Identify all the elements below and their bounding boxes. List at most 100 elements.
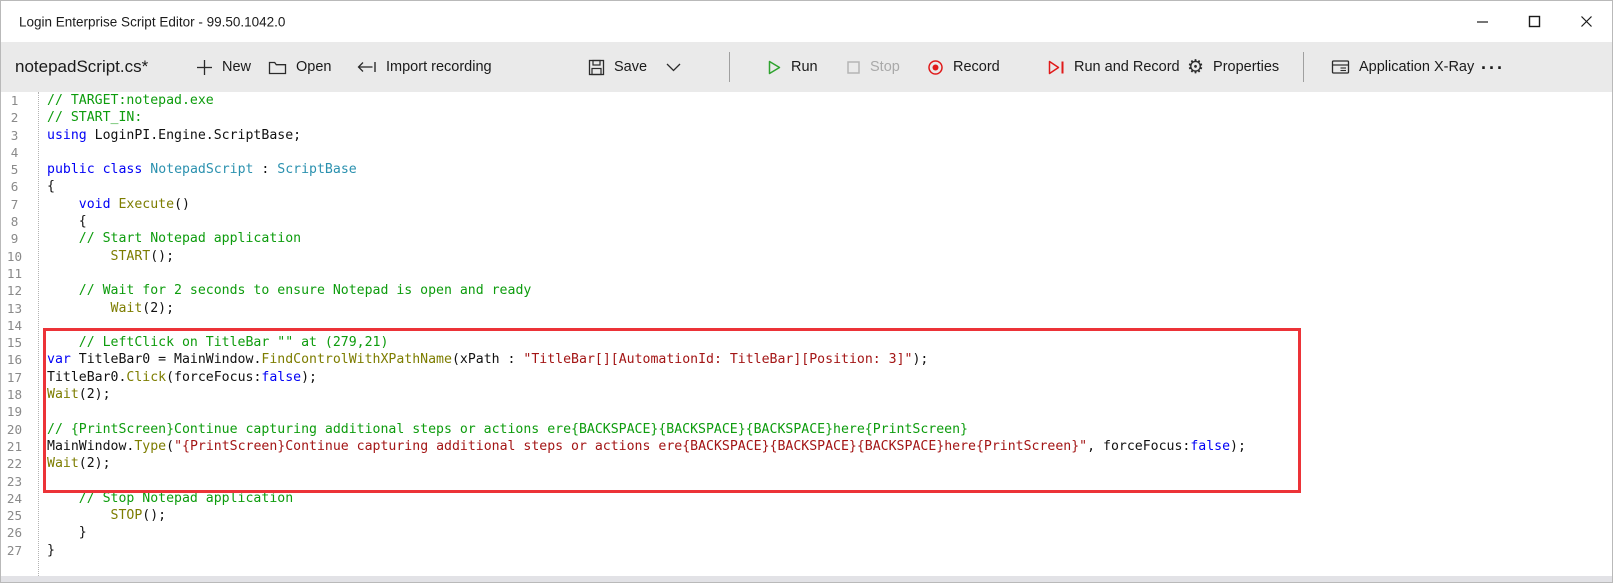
code-line[interactable]: TitleBar0.Click(forceFocus:false); [47,369,1612,386]
line-number: 4 [1,144,28,161]
application-xray-label: Application X-Ray [1359,59,1474,75]
maximize-button[interactable] [1508,1,1560,42]
line-number: 27 [1,542,28,559]
code-line[interactable]: { [47,213,1612,230]
plus-icon [196,59,213,76]
import-recording-button[interactable]: Import recording [356,42,492,92]
run-play-icon [767,59,782,76]
application-xray-button[interactable]: Application X-Ray [1331,42,1474,92]
open-button[interactable]: Open [268,42,331,92]
properties-label: Properties [1213,59,1279,75]
save-dropdown-button[interactable] [665,42,682,92]
maximize-icon [1528,15,1541,28]
line-number: 23 [1,473,28,490]
line-number: 1 [1,92,28,109]
run-button[interactable]: Run [767,42,818,92]
toolbar: notepadScript.cs* New Open Import record… [1,42,1612,92]
import-arrow-icon [356,59,377,75]
folder-icon [268,59,287,76]
code-line[interactable]: var TitleBar0 = MainWindow.FindControlWi… [47,351,1612,368]
code-line[interactable] [47,403,1612,420]
toolbar-divider [1303,52,1304,82]
code-line[interactable]: STOP(); [47,507,1612,524]
new-label: New [222,59,251,75]
code-editor[interactable]: 1234567891011121314151617181920212223242… [1,92,1612,576]
line-number: 25 [1,507,28,524]
line-number-gutter: 1234567891011121314151617181920212223242… [1,92,39,576]
code-line[interactable]: Wait(2); [47,386,1612,403]
line-number: 24 [1,490,28,507]
stop-square-icon [846,60,861,75]
line-number: 17 [1,369,28,386]
code-line[interactable]: // Stop Notepad application [47,490,1612,507]
code-line[interactable]: { [47,178,1612,195]
toolbar-divider [729,52,730,82]
window-bottom-edge [1,576,1612,583]
stop-label: Stop [870,59,900,75]
minimize-icon [1476,15,1489,28]
run-and-record-icon [1047,59,1065,76]
window-controls [1456,1,1612,42]
code-line[interactable]: // LeftClick on TitleBar "" at (279,21) [47,334,1612,351]
code-line[interactable]: START(); [47,248,1612,265]
line-number: 7 [1,196,28,213]
tab-filename-label: notepadScript.cs* [15,57,148,77]
code-line[interactable]: } [47,542,1612,559]
line-number: 11 [1,265,28,282]
code-line[interactable] [47,317,1612,334]
open-label: Open [296,59,331,75]
code-line[interactable]: using LoginPI.Engine.ScriptBase; [47,127,1612,144]
code-line[interactable] [47,265,1612,282]
record-button[interactable]: Record [927,42,1000,92]
code-content[interactable]: // TARGET:notepad.exe// START_IN:using L… [39,92,1612,576]
code-line[interactable]: // START_IN: [47,109,1612,126]
code-line[interactable]: MainWindow.Type("{PrintScreen}Continue c… [47,438,1612,455]
line-number: 6 [1,178,28,195]
code-line[interactable]: Wait(2); [47,455,1612,472]
code-line[interactable] [47,473,1612,490]
save-button[interactable]: Save [588,42,647,92]
code-line[interactable]: } [47,524,1612,541]
ellipsis-icon: ... [1481,53,1505,74]
stop-button[interactable]: Stop [846,42,900,92]
line-number: 2 [1,109,28,126]
line-number: 18 [1,386,28,403]
window-title: Login Enterprise Script Editor - 99.50.1… [19,14,285,29]
code-line[interactable]: Wait(2); [47,300,1612,317]
line-number: 3 [1,127,28,144]
line-number: 8 [1,213,28,230]
line-number: 19 [1,403,28,420]
line-number: 26 [1,524,28,541]
save-icon [588,59,605,76]
app-window: Login Enterprise Script Editor - 99.50.1… [0,0,1613,583]
new-button[interactable]: New [196,42,251,92]
line-number: 5 [1,161,28,178]
tab-notepadscript[interactable]: notepadScript.cs* [15,42,148,92]
code-line[interactable]: void Execute() [47,196,1612,213]
code-line[interactable]: public class NotepadScript : ScriptBase [47,161,1612,178]
run-and-record-button[interactable]: Run and Record [1047,42,1180,92]
titlebar: Login Enterprise Script Editor - 99.50.1… [1,1,1612,42]
import-recording-label: Import recording [386,59,492,75]
code-line[interactable]: // TARGET:notepad.exe [47,92,1612,109]
code-line[interactable]: // Wait for 2 seconds to ensure Notepad … [47,282,1612,299]
close-button[interactable] [1560,1,1612,42]
line-number: 21 [1,438,28,455]
line-number: 14 [1,317,28,334]
properties-button[interactable]: ⚙ Properties [1187,42,1279,92]
gear-icon: ⚙ [1187,58,1204,77]
save-label: Save [614,59,647,75]
chevron-down-icon [665,61,682,73]
line-number: 10 [1,248,28,265]
record-label: Record [953,59,1000,75]
line-number: 9 [1,230,28,247]
code-line[interactable]: // {PrintScreen}Continue capturing addit… [47,421,1612,438]
code-line[interactable]: // Start Notepad application [47,230,1612,247]
more-options-button[interactable]: ... [1481,42,1505,92]
line-number: 16 [1,351,28,368]
minimize-button[interactable] [1456,1,1508,42]
line-number: 12 [1,282,28,299]
line-number: 13 [1,300,28,317]
record-dot-icon [927,59,944,76]
code-line[interactable] [47,144,1612,161]
